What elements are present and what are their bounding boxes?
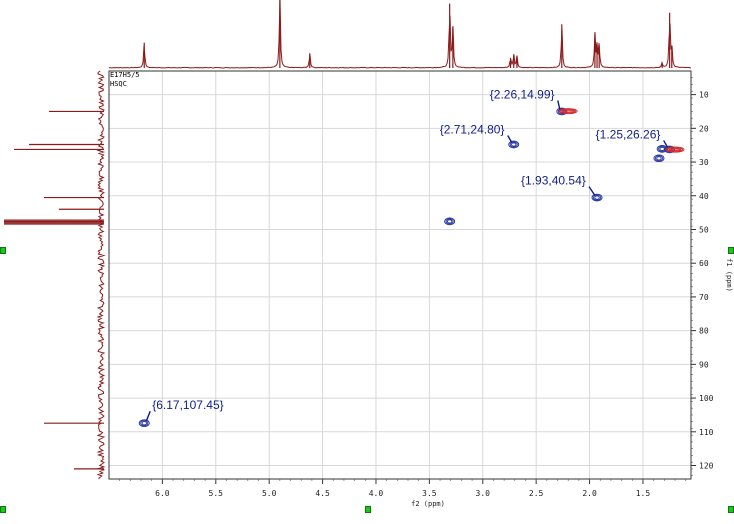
peak-label: {1.25,26.26} xyxy=(596,127,661,141)
x-tick-label: 4.5 xyxy=(315,489,330,498)
left-resize-handle[interactable] xyxy=(0,247,6,254)
peak-leader-arrow xyxy=(557,100,561,110)
y-tick-label: 30 xyxy=(699,158,709,167)
peak-label: {1.93,40.54} xyxy=(521,174,586,188)
bottom-left-resize-handle[interactable] xyxy=(0,506,6,513)
peak-label: {6.17,107.45} xyxy=(152,398,223,412)
x-tick-label: 5.0 xyxy=(262,489,277,498)
carbon-trace-line xyxy=(96,70,106,480)
y-tick-label: 70 xyxy=(699,293,709,302)
proton-trace-line xyxy=(108,0,692,69)
y-tick-label: 10 xyxy=(699,91,709,100)
contour-peaks[interactable] xyxy=(138,107,685,428)
x-tick-label: 2.5 xyxy=(529,489,544,498)
contour-peak[interactable] xyxy=(653,154,665,163)
peak-label: {2.26,14.99} xyxy=(490,87,555,101)
peak-leader-arrow xyxy=(507,135,513,143)
contour-ring xyxy=(659,146,665,151)
x-tick-label: 5.5 xyxy=(209,489,224,498)
sample-name: E17H5/5 xyxy=(110,71,140,79)
contour-ring xyxy=(594,195,600,200)
peak-label: {2.71,24.80} xyxy=(440,123,505,137)
x-tick-label: 1.5 xyxy=(636,489,651,498)
contour-peak[interactable] xyxy=(138,419,150,428)
experiment-name: HSQC xyxy=(110,80,127,88)
y-axis-label: f1 (ppm) xyxy=(725,258,733,292)
bottom-right-resize-handle[interactable] xyxy=(728,506,734,513)
x-tick-label: 2.0 xyxy=(582,489,597,498)
right-resize-handle[interactable] xyxy=(728,247,734,254)
contour-peak[interactable] xyxy=(508,140,520,149)
carbon-trace xyxy=(4,70,106,480)
y-tick-label: 80 xyxy=(699,327,709,336)
x-axis-label: f2 (ppm) xyxy=(411,500,445,508)
x-tick-label: 3.5 xyxy=(422,489,437,498)
contour-ring xyxy=(656,156,662,161)
y-tick-label: 90 xyxy=(699,360,709,369)
contour-ring xyxy=(447,219,453,224)
y-tick-label: 110 xyxy=(699,428,714,437)
y-axis: 10 20 30 40 50 60 70 80 90 100 110 120 f1 (ppm) xyxy=(691,77,733,476)
x-tick-label: 3.0 xyxy=(476,489,491,498)
x-tick-label: 4.0 xyxy=(369,489,384,498)
negative-contour-peak[interactable] xyxy=(558,108,578,115)
contour-ring xyxy=(511,142,517,147)
y-tick-label: 120 xyxy=(699,462,714,471)
sample-id-header: E17H5/5 HSQC xyxy=(110,71,140,89)
nmr-viewer: 6.0 5.5 5.0 4.5 4.0 3.5 3.0 2.5 2.0 1.5 f2 (ppm) 1… xyxy=(0,0,734,520)
y-tick-label: 40 xyxy=(699,192,709,201)
bottom-resize-handle[interactable] xyxy=(365,506,371,513)
y-tick-label: 20 xyxy=(699,124,709,133)
x-tick-label: 6.0 xyxy=(155,489,170,498)
contour-peak[interactable] xyxy=(444,217,456,226)
peak-leader-arrow xyxy=(145,410,151,422)
x-axis: 6.0 5.5 5.0 4.5 4.0 3.5 3.0 2.5 2.0 1.5 f2 (ppm) xyxy=(119,479,686,508)
y-tick-label: 60 xyxy=(699,259,709,268)
y-tick-label: 100 xyxy=(699,394,714,403)
proton-trace xyxy=(108,0,692,69)
contour-ring xyxy=(141,421,147,426)
y-tick-label: 50 xyxy=(699,225,709,234)
contour-peak[interactable] xyxy=(591,193,603,202)
